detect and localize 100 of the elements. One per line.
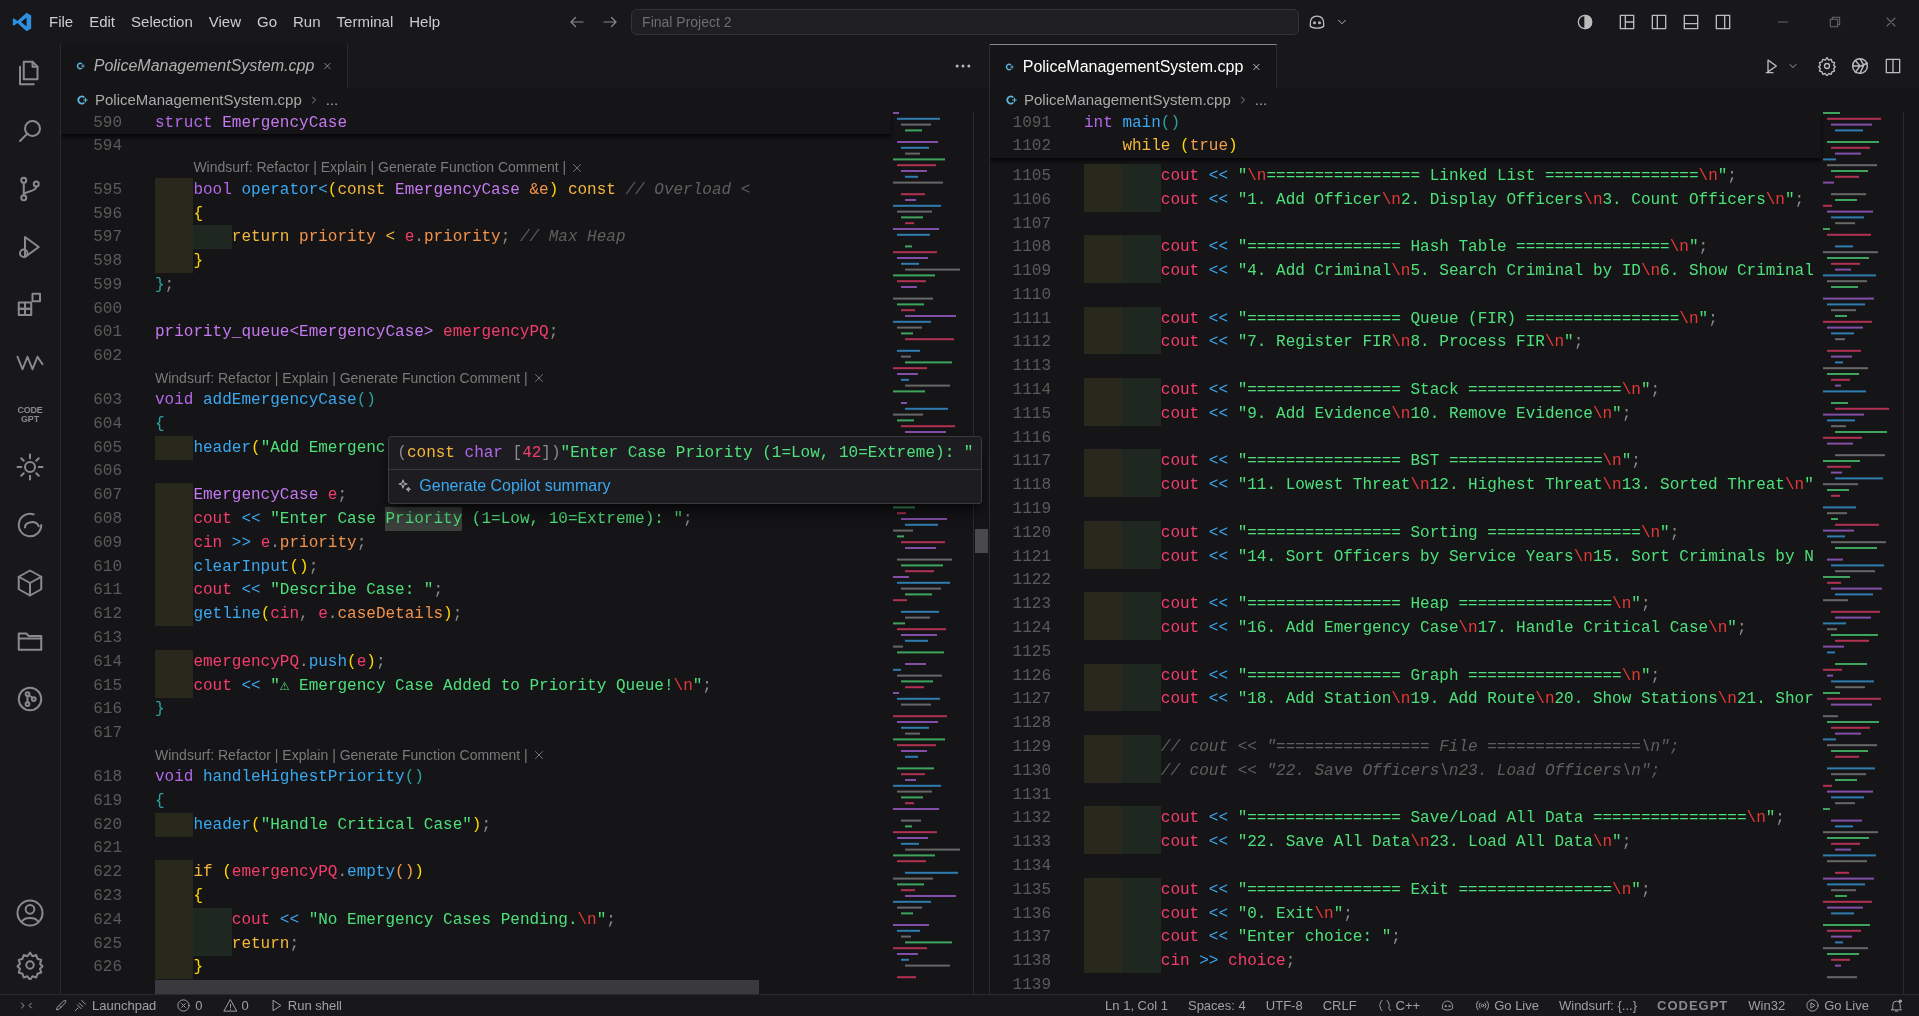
line-number: 608	[92, 509, 122, 531]
cube-icon[interactable]	[15, 568, 45, 598]
status-item[interactable]: Spaces: 4	[1182, 994, 1251, 1016]
line-number: 626	[92, 957, 122, 979]
copilot-summary-link[interactable]: Generate Copilot summary	[419, 474, 611, 499]
line-number: 1120	[1011, 522, 1051, 544]
line-number: 1112	[1011, 332, 1051, 354]
status-item[interactable]: Run shell	[263, 994, 347, 1016]
code-line: cout << "Enter Case Priority (1=Low, 10=Extreme): ";	[155, 507, 693, 531]
code-line: cout << "18. Add Station\n19. Add Route\n20. Show Stations\n21. Shor	[1084, 687, 1814, 712]
split-editor-icon[interactable]	[1883, 56, 1903, 76]
line-number: 596	[92, 203, 122, 225]
status-item[interactable]: C++	[1371, 994, 1426, 1016]
status-item[interactable]: UTF-8	[1260, 994, 1308, 1016]
panel-bottom-icon[interactable]	[1681, 12, 1701, 32]
graph-circle-icon[interactable]	[15, 684, 45, 714]
codegpt-label[interactable]: CODE GPT	[15, 406, 45, 424]
code-line: header("Add Emergenc	[155, 435, 386, 460]
line-number: 1110	[1011, 284, 1051, 306]
line-number: 1122	[1011, 570, 1051, 592]
sidebar-left-icon[interactable]	[1649, 12, 1669, 32]
settings-icon[interactable]	[15, 950, 45, 980]
menu-item[interactable]: View	[200, 8, 249, 36]
line-number: 622	[92, 862, 122, 884]
account-icon[interactable]	[15, 898, 45, 928]
status-item[interactable]: CRLF	[1317, 994, 1362, 1016]
line-number: 1127	[1011, 689, 1051, 711]
line-number: 1108	[1011, 237, 1051, 259]
code-line: cout << "22. Save All Data\n23. Load All Data\n";	[1084, 830, 1632, 855]
line-number: 618	[92, 767, 122, 789]
status-item[interactable]: CODEGPT	[1652, 994, 1734, 1016]
breadcrumb-item[interactable]: ...	[1254, 88, 1268, 112]
line-number: 1132	[1011, 808, 1051, 830]
line-number: 620	[92, 814, 122, 836]
codelens-actions[interactable]: Windsurf: Refactor | Explain | Generate Function Comment |	[155, 744, 528, 766]
menu-item[interactable]: Help	[401, 8, 449, 36]
menu-item[interactable]: Edit	[81, 8, 124, 36]
sparkle-icon	[397, 478, 414, 495]
codelens-actions[interactable]: Windsurf: Refactor | Explain | Generate Function Comment |	[155, 367, 528, 389]
status-item[interactable]: 0	[217, 994, 254, 1016]
line-number: 617	[92, 723, 122, 745]
editor-logo-icon	[11, 11, 33, 33]
line-number: 1119	[1011, 499, 1051, 521]
code-line: cout << "⚠ Emergency Case Added to Priority Queue!\n";	[155, 673, 712, 698]
editor-tab[interactable]: PoliceManagementSystem.cpp	[61, 44, 348, 88]
line-number: 599	[92, 274, 122, 296]
half-circle-icon[interactable]	[1575, 12, 1595, 32]
breadcrumb-item[interactable]: PoliceManagementSystem.cpp	[1024, 88, 1231, 112]
code-line: }	[155, 249, 203, 273]
status-item[interactable]: 0	[171, 994, 208, 1016]
line-number: 1137	[1011, 927, 1051, 949]
scrollbar-thumb[interactable]	[975, 529, 988, 553]
breadcrumb-item[interactable]: PoliceManagementSystem.cpp	[95, 88, 302, 112]
status-item[interactable]: Ln 1, Col 1	[1100, 994, 1173, 1016]
line-number: 1136	[1011, 903, 1051, 925]
menu-item[interactable]: Selection	[123, 8, 201, 36]
code-line: // cout << "================ File ================\n";	[1084, 735, 1680, 759]
breadcrumb-item[interactable]: ...	[325, 88, 339, 112]
line-number: 1117	[1011, 451, 1051, 473]
warning-icon	[222, 998, 238, 1013]
status-item[interactable]: Windsurf: {...}	[1554, 994, 1643, 1016]
codelens-actions[interactable]: Windsurf: Refactor | Explain | Generate Function Comment |	[193, 157, 567, 179]
code-line: cout << "================ BST ================\n";	[1084, 449, 1641, 474]
line-number: 595	[92, 179, 122, 201]
code-line: };	[155, 274, 175, 296]
command-center-text: Final Project 2	[642, 12, 732, 32]
code-line: cout << "16. Add Emergency Case\n17. Handle Critical Case\n";	[1084, 616, 1747, 640]
restore-icon[interactable]	[1827, 14, 1843, 30]
line-number: 594	[92, 135, 122, 157]
menu-item[interactable]: Run	[285, 8, 329, 36]
status-item[interactable]: Launchpad	[49, 994, 162, 1016]
code-line: cout << "4. Add Criminal\n5. Search Criminal by ID\n6. Show Criminal	[1084, 259, 1814, 283]
code-line: cout << "================ Exit ================\n";	[1084, 877, 1651, 902]
cpp-file-icon	[75, 93, 89, 107]
code-line: cout << "\n================ Linked List ================\n";	[1084, 164, 1737, 188]
line-number: 1135	[1011, 879, 1051, 901]
swirl-icon[interactable]	[15, 510, 45, 540]
status-item[interactable]: Go Live	[1470, 994, 1544, 1016]
status-item[interactable]: Win32	[1743, 994, 1791, 1016]
sun-icon[interactable]	[15, 452, 45, 482]
code-line: cin >> choice;	[1084, 949, 1296, 974]
cpp-file-icon	[1004, 93, 1018, 107]
settings-icon[interactable]	[1817, 56, 1837, 76]
menu-item[interactable]: File	[41, 8, 82, 36]
line-number: 609	[92, 532, 122, 554]
copilot-icon	[1440, 998, 1456, 1013]
editor-tab[interactable]: PoliceManagementSystem.cpp	[990, 44, 1277, 88]
line-number: 1129	[1011, 737, 1051, 759]
line-number: 619	[92, 790, 122, 812]
menu-item[interactable]: Go	[249, 8, 285, 36]
menu-item[interactable]: Terminal	[328, 8, 402, 36]
line-number: 600	[92, 298, 122, 320]
code-line: // cout << "22. Save Officers\n23. Load Officers\n";	[1084, 758, 1661, 783]
code-line: getline(cin, e.caseDetails);	[155, 602, 463, 627]
sidebar-right-icon[interactable]	[1713, 12, 1733, 32]
line-number: 621	[92, 838, 122, 860]
horizontal-scrollbar-thumb[interactable]	[155, 980, 759, 994]
line-number: 1134	[1011, 856, 1051, 877]
layout-icon[interactable]	[1617, 12, 1637, 32]
status-item[interactable]: Go Live	[1800, 994, 1874, 1016]
